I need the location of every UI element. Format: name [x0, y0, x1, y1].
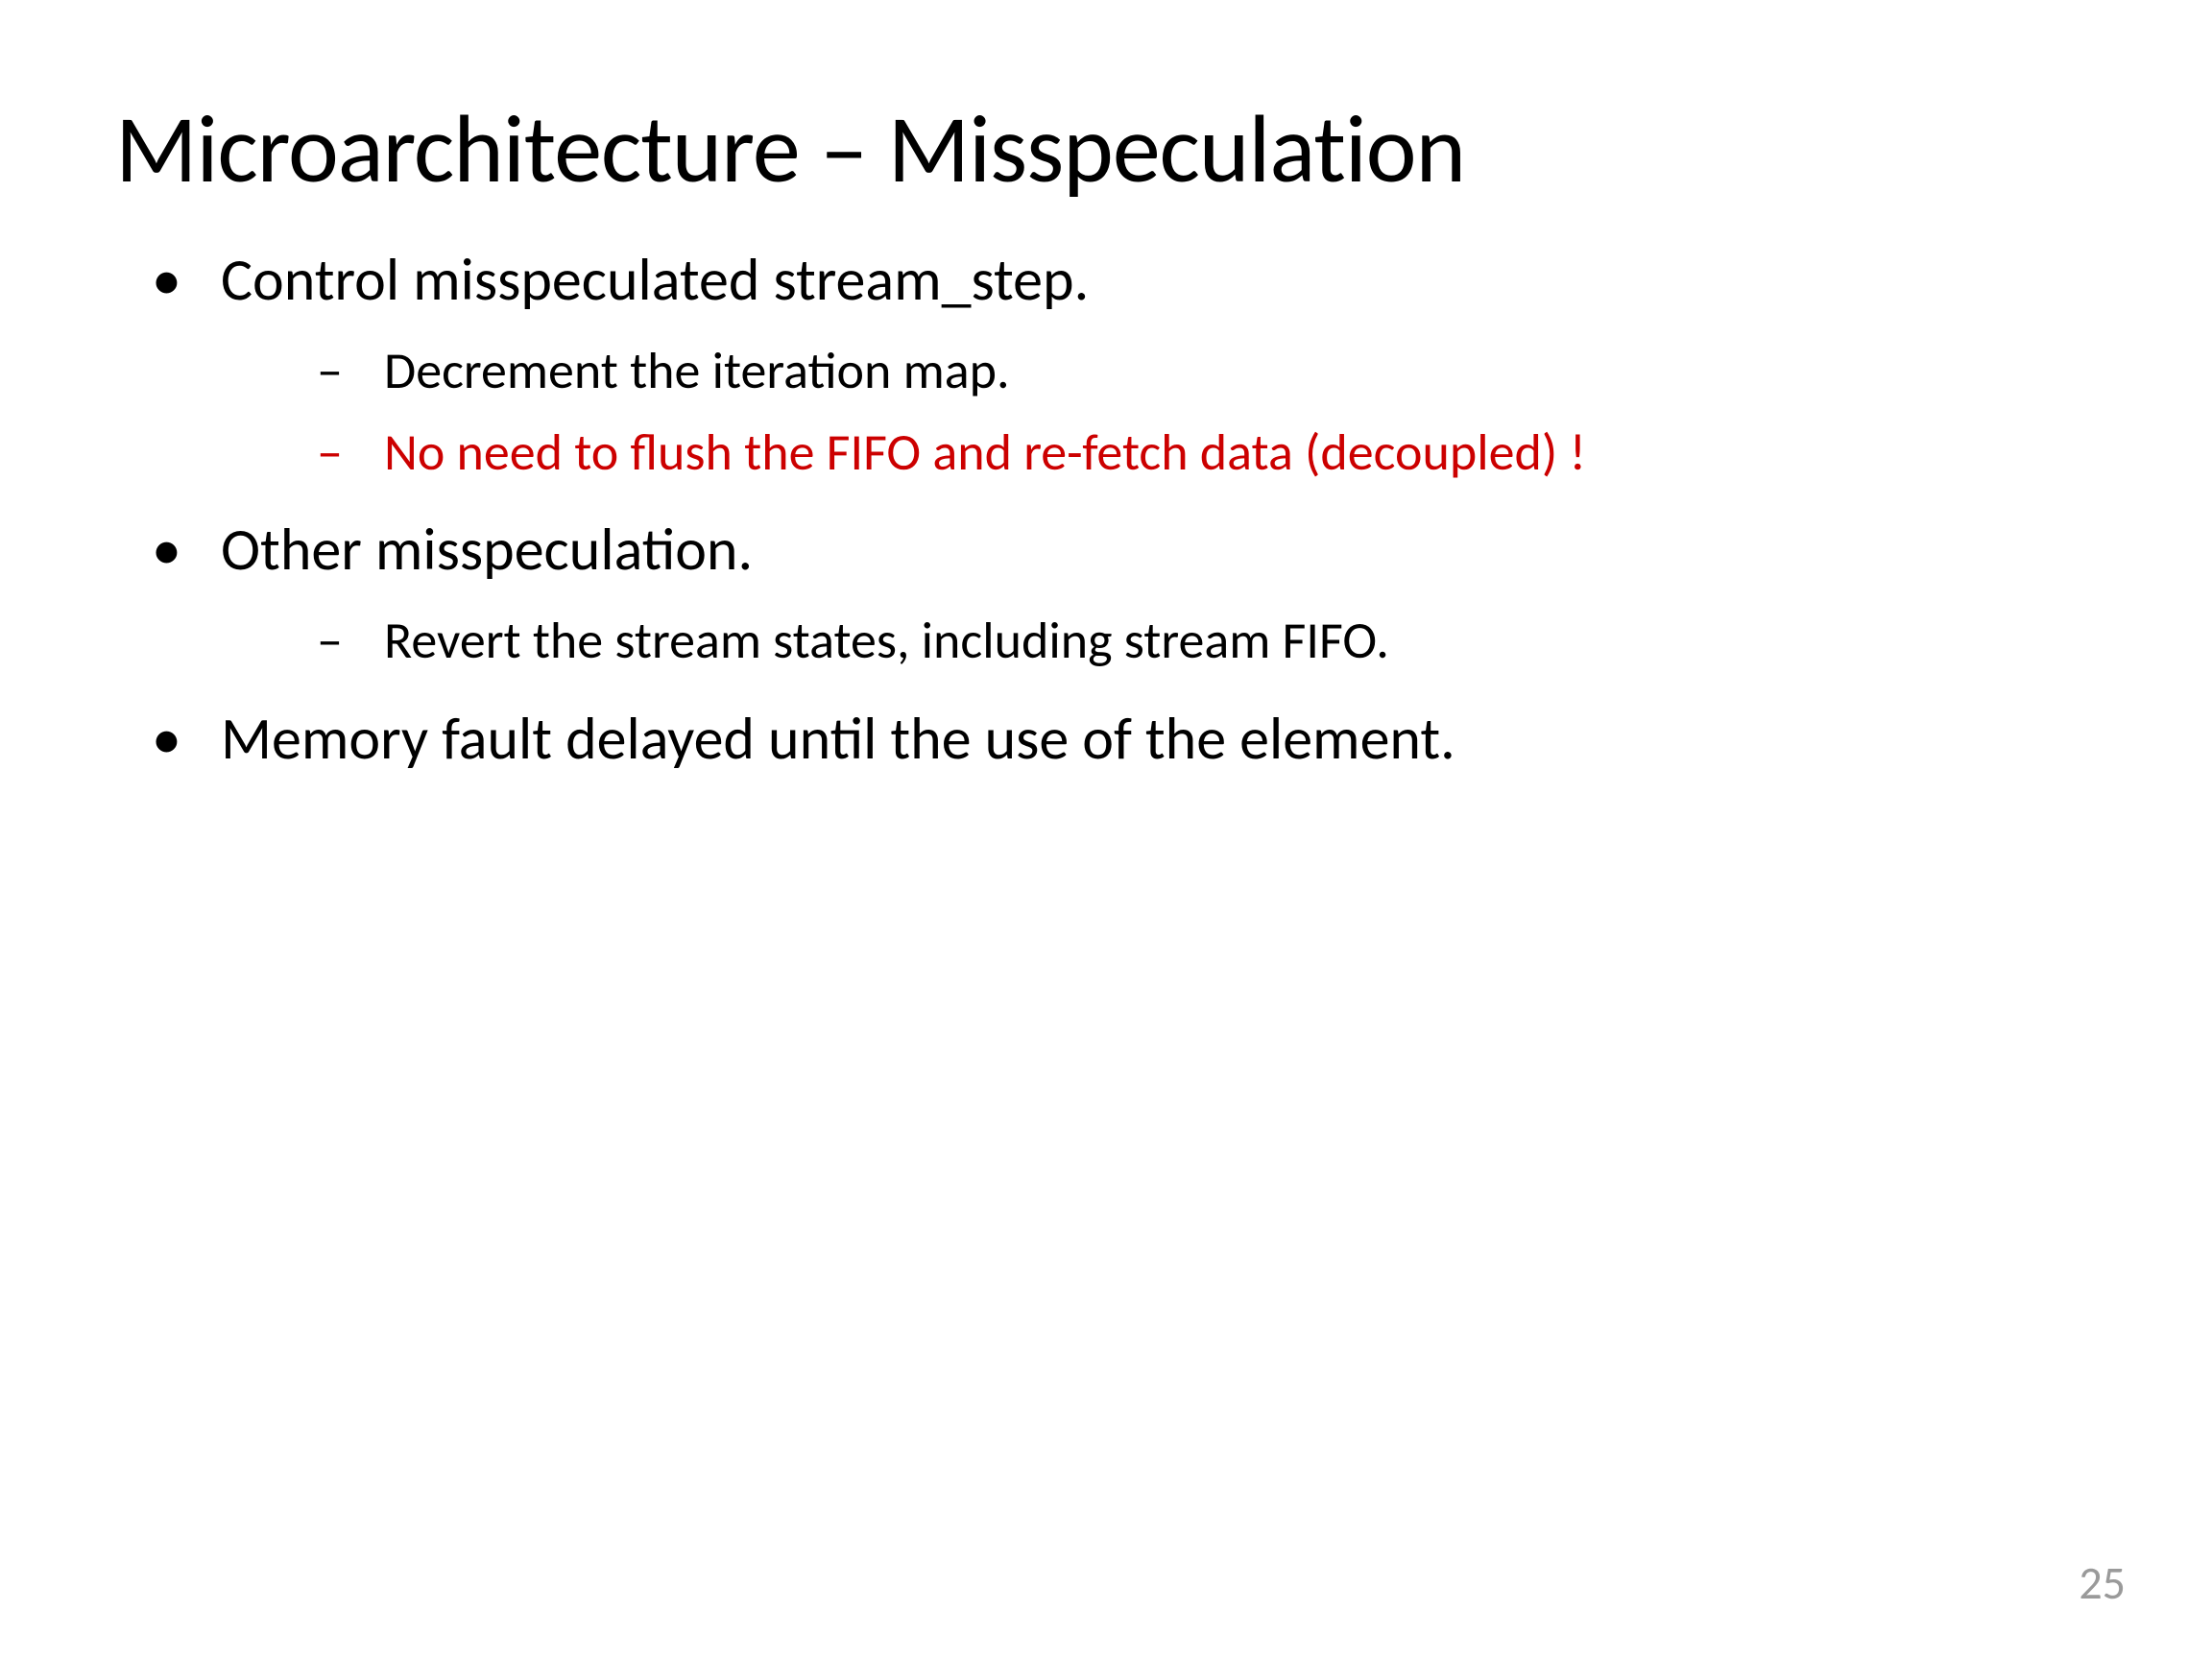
bullet-list: Control misspeculated stream_step. Decre…: [115, 240, 2097, 780]
sub-list: Decrement the iteration map. No need to …: [221, 336, 2097, 488]
bullet-text: Revert the stream states, including stre…: [384, 609, 1389, 672]
list-item: Other misspeculation. Revert the stream …: [115, 510, 2097, 676]
list-item: Control misspeculated stream_step. Decre…: [115, 240, 2097, 487]
bullet-text: Control misspeculated stream_step.: [221, 243, 1089, 316]
list-item: Decrement the iteration map.: [221, 336, 2097, 406]
list-item: Revert the stream states, including stre…: [221, 606, 2097, 676]
sub-list: Revert the stream states, including stre…: [221, 606, 2097, 676]
bullet-text: Decrement the iteration map.: [384, 339, 1010, 402]
bullet-text: Memory fault delayed until the use of th…: [221, 702, 1455, 775]
bullet-text: Other misspeculation.: [221, 513, 753, 586]
bullet-text: No need to flush the FIFO and re-fetch d…: [384, 421, 1586, 484]
slide-title: Microarchitecture – Misspeculation: [115, 96, 2097, 202]
page-number: 25: [2079, 1554, 2126, 1611]
list-item: No need to flush the FIFO and re-fetch d…: [221, 418, 2097, 488]
list-item: Memory fault delayed until the use of th…: [115, 699, 2097, 780]
slide: Microarchitecture – Misspeculation Contr…: [0, 0, 2212, 1659]
